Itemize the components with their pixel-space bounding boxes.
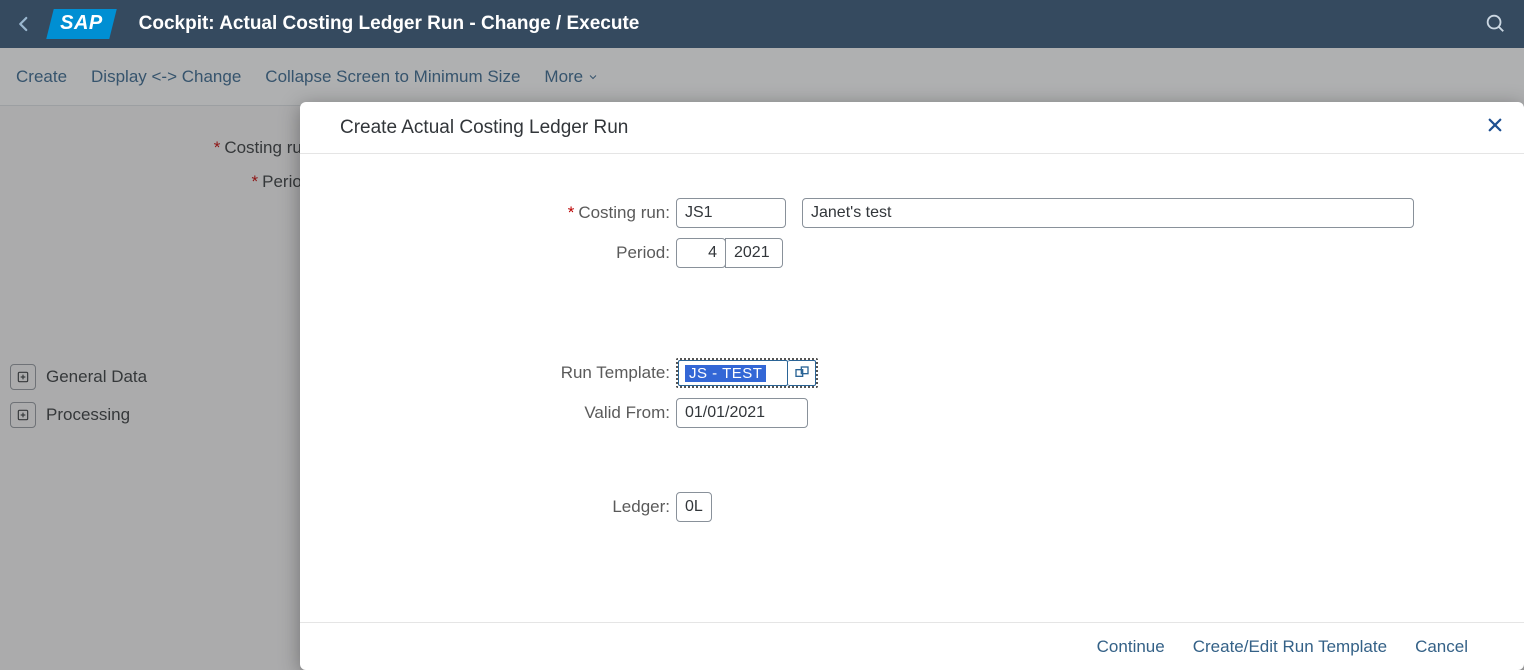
ledger-field[interactable] [676, 492, 712, 522]
run-template-field[interactable]: JS - TEST [678, 360, 788, 386]
continue-button[interactable]: Continue [1097, 637, 1165, 657]
dialog-body: *Costing run: Period: Run Template: JS -… [300, 154, 1524, 622]
page-title: Cockpit: Actual Costing Ledger Run - Cha… [139, 13, 640, 35]
valid-from-label: Valid From: [300, 403, 676, 423]
dialog-title: Create Actual Costing Ledger Run [340, 117, 628, 139]
period-month-field[interactable] [676, 238, 726, 268]
costing-run-field[interactable] [676, 198, 786, 228]
value-help-icon[interactable] [788, 360, 816, 386]
dialog-footer: Continue Create/Edit Run Template Cancel [300, 622, 1524, 670]
ledger-label: Ledger: [300, 497, 676, 517]
run-template-label: Run Template: [300, 363, 676, 383]
dialog-header: Create Actual Costing Ledger Run [300, 102, 1524, 154]
create-edit-template-button[interactable]: Create/Edit Run Template [1193, 637, 1387, 657]
close-icon[interactable] [1486, 116, 1504, 139]
costing-run-desc-field[interactable] [802, 198, 1414, 228]
costing-run-label: *Costing run: [300, 203, 676, 223]
back-icon[interactable] [14, 14, 34, 34]
app-bar: SAP Cockpit: Actual Costing Ledger Run -… [0, 0, 1524, 48]
cancel-button[interactable]: Cancel [1415, 637, 1468, 657]
search-icon[interactable] [1484, 12, 1506, 34]
sap-logo: SAP [46, 9, 116, 39]
period-label: Period: [300, 243, 676, 263]
create-acl-run-dialog: Create Actual Costing Ledger Run *Costin… [300, 102, 1524, 670]
period-year-field[interactable] [725, 238, 783, 268]
run-template-value: JS - TEST [685, 365, 766, 382]
valid-from-field[interactable] [676, 398, 808, 428]
